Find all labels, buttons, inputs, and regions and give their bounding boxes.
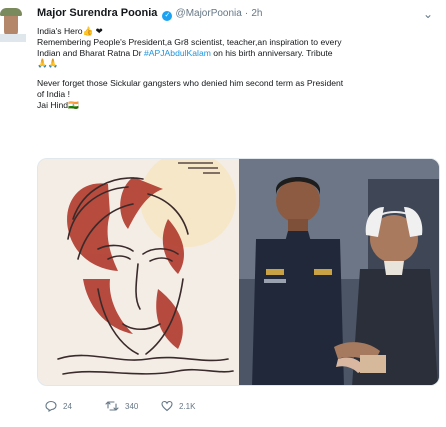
tweet-line: of India ! [37, 88, 70, 99]
media-illustration [38, 159, 439, 385]
tweet-line: Indian and Bharat Ratna Dr #APJAbdulKala… [37, 48, 442, 59]
reply-count: 24 [63, 401, 72, 411]
retweet-button[interactable]: 340 [105, 397, 138, 415]
tweet-line-text: on his birth anniversary. Tribute [210, 47, 333, 58]
tweet-line: Never forget those Sickular gangsters wh… [37, 78, 344, 89]
tweet-line-text: Dr [130, 47, 145, 58]
tweet-header: Major Surendra Poonia ✓ @MajorPoonia · 2… [37, 7, 426, 23]
tweet-line: Jai Hind🇮🇳 [37, 99, 79, 110]
like-count: 2.1K [179, 401, 196, 411]
tweet-line: India's Hero👍 ❤ [37, 26, 103, 36]
retweet-count: 340 [125, 401, 139, 411]
tweet-actions: 24 340 2.1K [45, 397, 265, 415]
tweet-text: India's Hero👍 ❤ Remembering People's Pre… [37, 26, 442, 111]
reply-icon [45, 400, 57, 412]
tweet-line: Remembering People's President,a Gr8 sci… [37, 36, 342, 47]
avatar-cap [0, 8, 22, 16]
author-handle[interactable]: @MajorPoonia [176, 8, 242, 19]
tweet[interactable]: Major Surendra Poonia ✓ @MajorPoonia · 2… [0, 0, 446, 427]
author-name[interactable]: Major Surendra Poonia [37, 7, 157, 19]
hashtag-link[interactable]: #APJAbdulKalam [144, 48, 211, 58]
retweet-icon [105, 400, 119, 412]
heart-icon [161, 400, 173, 412]
separator-dot: · [244, 8, 249, 19]
reply-button[interactable]: 24 [45, 397, 72, 415]
verified-badge-icon: ✓ [162, 11, 173, 21]
tweet-line-text: Indian and Bharat Ratna [37, 47, 131, 58]
tweet-timestamp[interactable]: 2h [251, 8, 262, 19]
tweet-line: 🙏🙏 [37, 58, 59, 69]
chevron-down-icon[interactable]: ⌄ [422, 8, 434, 20]
avatar-collar [0, 34, 26, 42]
avatar[interactable] [0, 8, 26, 42]
like-button[interactable]: 2.1K [161, 397, 195, 415]
tweet-media-image[interactable] [37, 158, 440, 386]
